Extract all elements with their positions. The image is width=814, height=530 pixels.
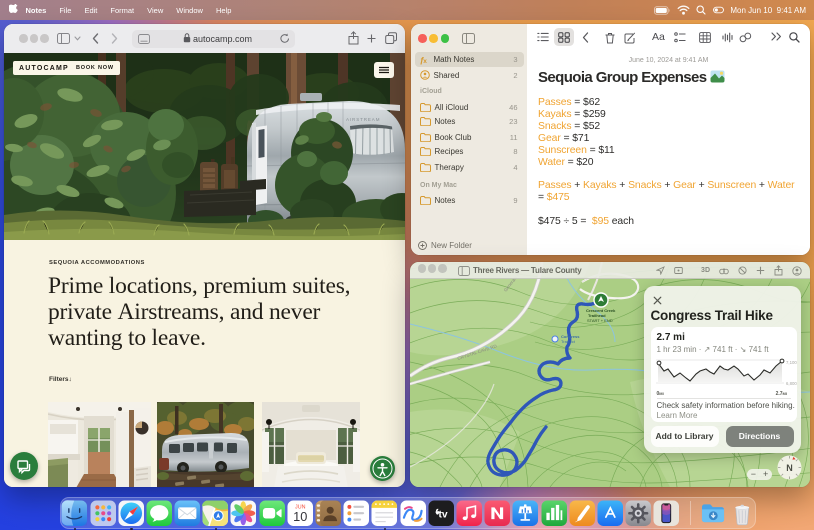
svg-text:START + END: START + END: [587, 318, 613, 323]
svg-text:N: N: [786, 463, 793, 473]
svg-text:7,100: 7,100: [786, 360, 797, 365]
svg-text:Trail Jct: Trail Jct: [561, 339, 576, 344]
svg-text:6,800: 6,800: [786, 381, 797, 386]
svg-text:10: 10: [293, 509, 307, 524]
svg-text:tv: tv: [438, 509, 447, 520]
